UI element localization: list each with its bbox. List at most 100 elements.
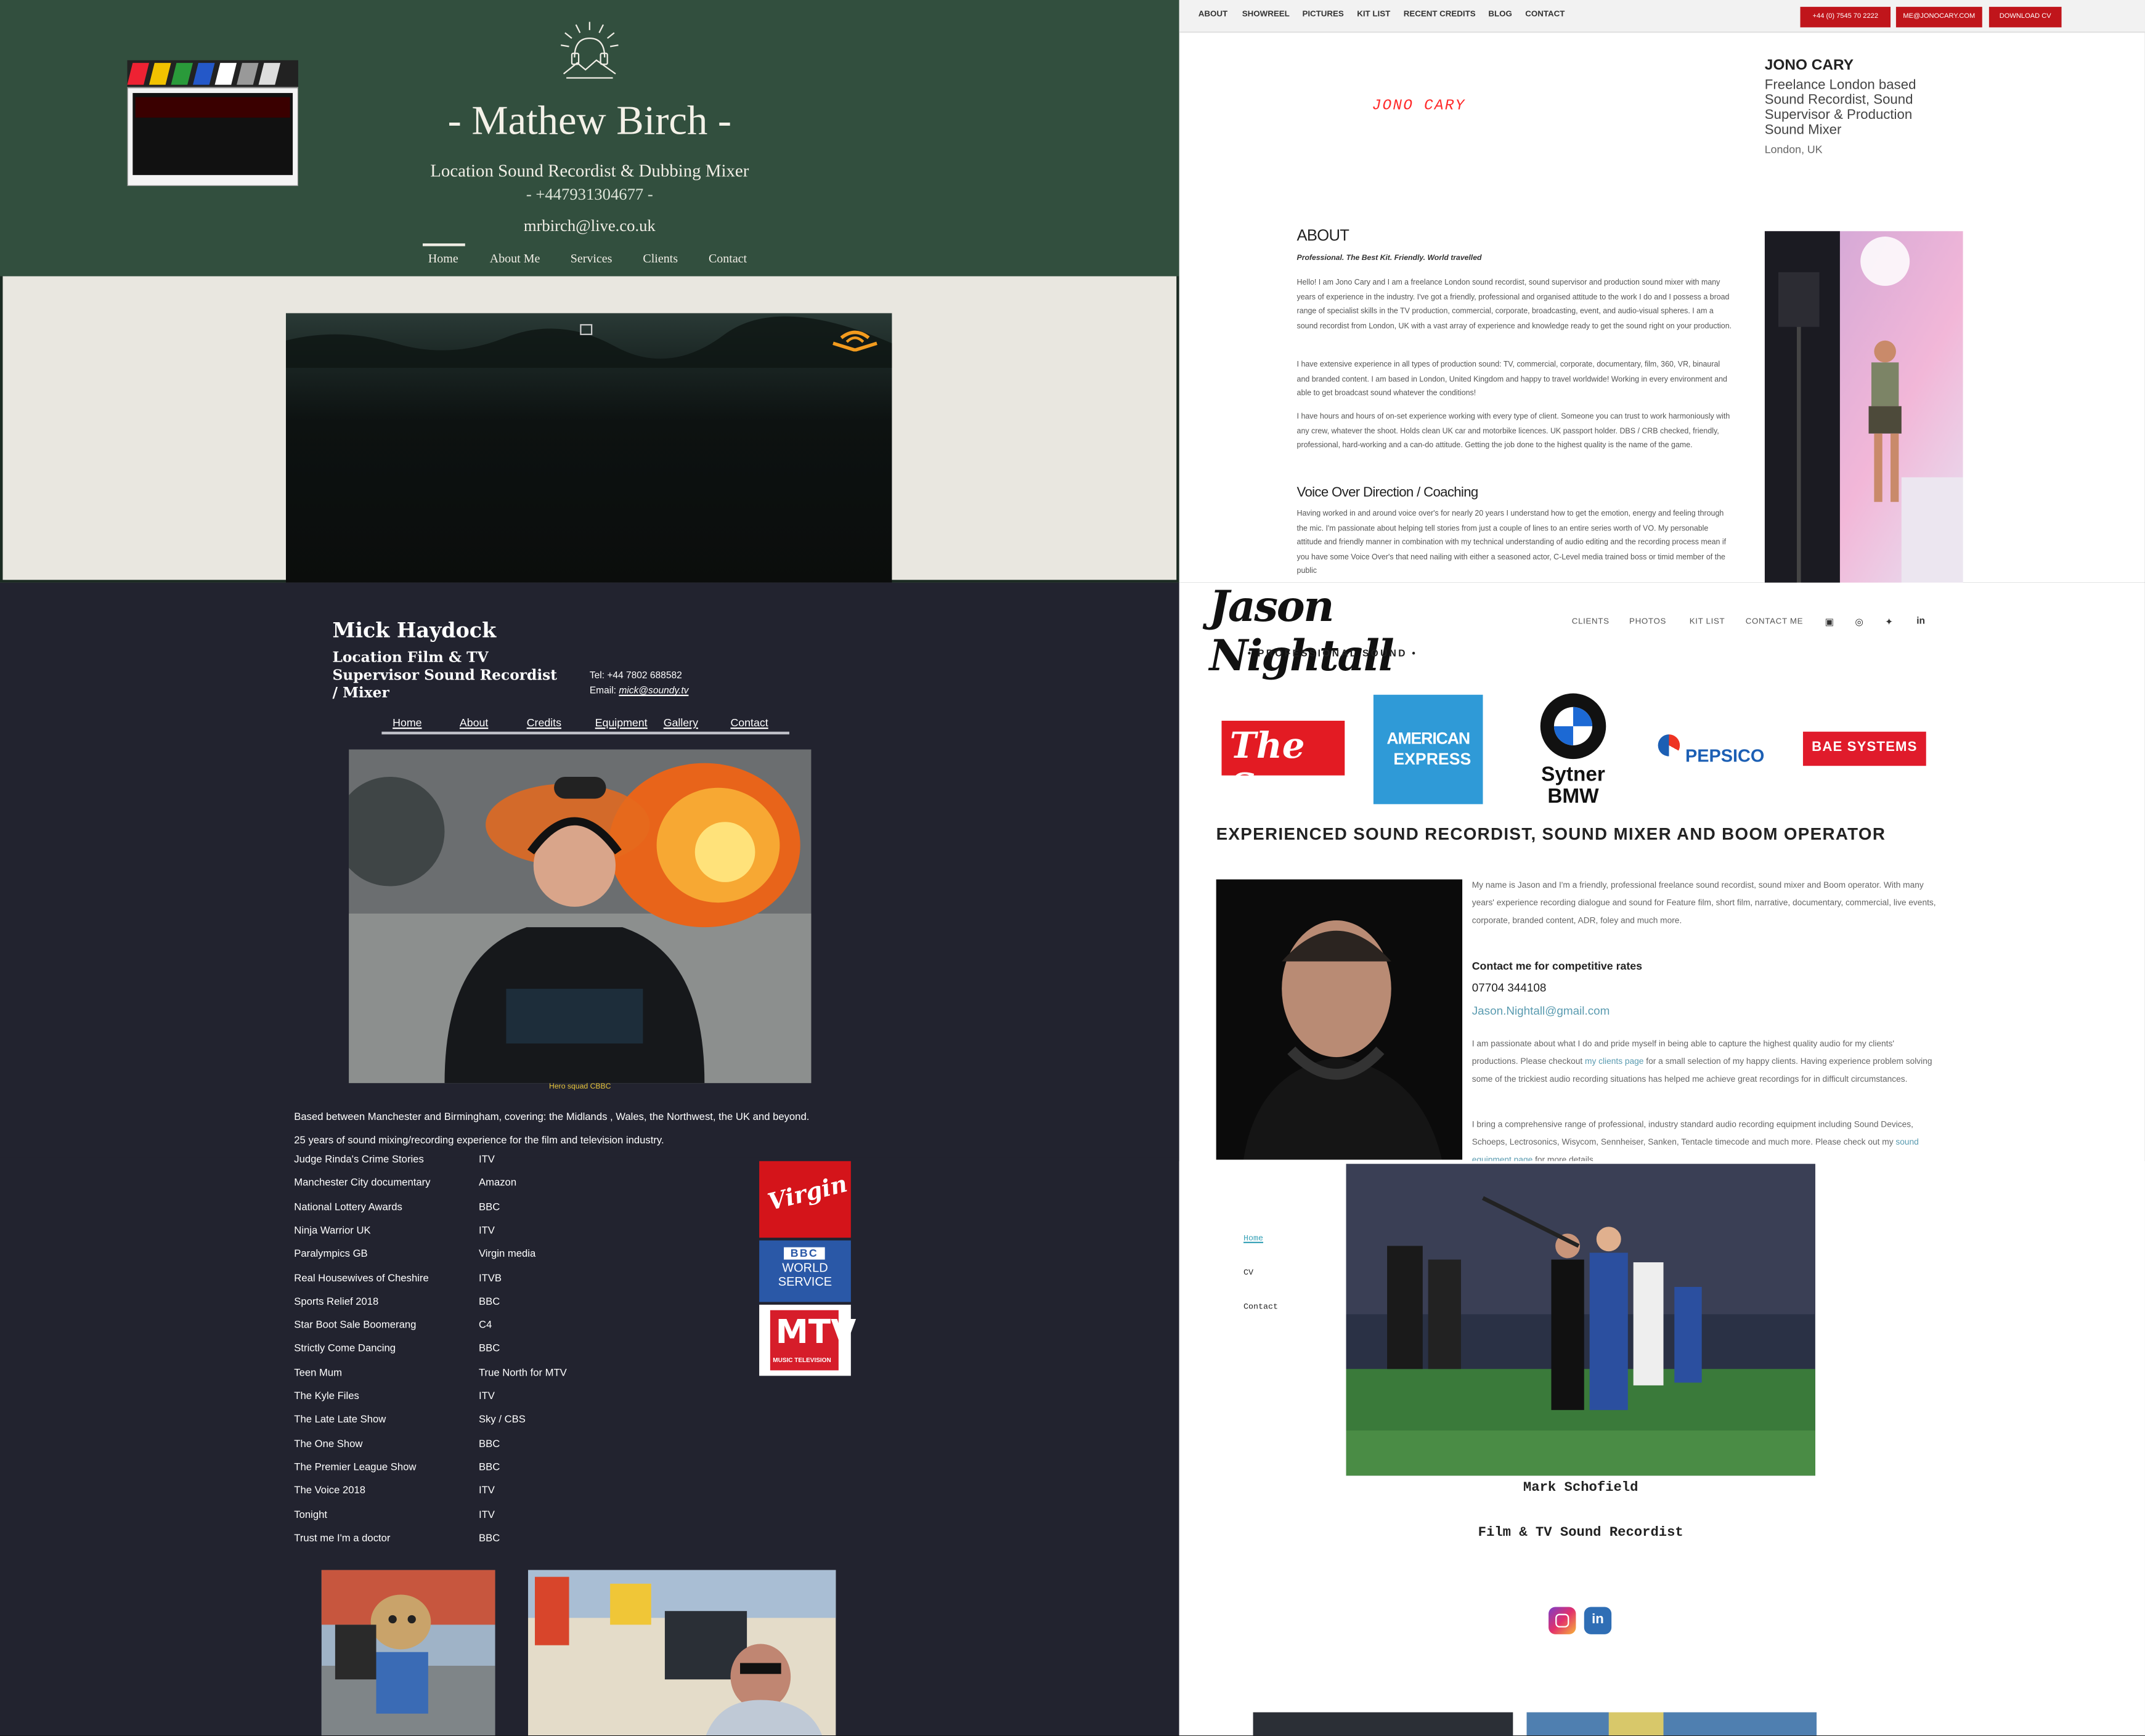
audible-icon[interactable] bbox=[831, 324, 880, 352]
american-express-logo: AMERICAN EXPRESS bbox=[1373, 694, 1483, 805]
gallery-strip bbox=[1253, 1712, 1817, 1736]
nav-about[interactable]: ABOUT bbox=[1199, 11, 1227, 19]
credit-title: The Voice 2018 bbox=[294, 1484, 366, 1497]
credit-network: ITVB bbox=[479, 1271, 502, 1284]
email-link[interactable]: Jason.Nightall@gmail.com bbox=[1472, 1004, 1610, 1017]
twitter-icon[interactable]: ✦ bbox=[1885, 617, 1893, 628]
virgin-logo: Virgin bbox=[759, 1161, 851, 1238]
linkedin-icon[interactable]: in bbox=[1916, 617, 1925, 627]
phone-number: - +447931304677 - bbox=[526, 184, 653, 204]
pepsico-globe-icon bbox=[1658, 734, 1680, 756]
credit-title: Judge Rinda's Crime Stories bbox=[294, 1153, 424, 1166]
site-role: Location Film & TV Supervisor Sound Reco… bbox=[332, 649, 558, 702]
hero-fire-photo bbox=[349, 749, 812, 1084]
copy-link-icon[interactable] bbox=[580, 324, 593, 335]
photo-caption: Hero squad CBBC bbox=[549, 1083, 611, 1092]
voice-over-heading: Voice Over Direction / Coaching bbox=[1296, 485, 1479, 501]
credit-network: True North for MTV bbox=[479, 1366, 567, 1379]
nav-about[interactable]: About bbox=[460, 716, 488, 729]
ms-name: Mark Schofield bbox=[1523, 1481, 1638, 1496]
credit-title: The Premier League Show bbox=[294, 1460, 417, 1473]
nav-contact[interactable]: CONTACT bbox=[1525, 11, 1565, 19]
nav-clients[interactable]: Clients bbox=[643, 251, 678, 265]
nav-home[interactable]: Home bbox=[393, 716, 421, 729]
main-heading: EXPERIENCED SOUND RECORDIST, SOUND MIXER… bbox=[1216, 824, 1886, 844]
nav-kit-list[interactable]: KIT LIST bbox=[1690, 618, 1725, 626]
intro-line-2: 25 years of sound mixing/recording exper… bbox=[294, 1134, 664, 1146]
phone-button[interactable]: +44 (0) 7545 70 2222 bbox=[1800, 7, 1891, 28]
credit-title: National Lottery Awards bbox=[294, 1200, 402, 1213]
email-link[interactable]: mick@soundy.tv bbox=[619, 686, 688, 696]
nav-services[interactable]: Services bbox=[571, 251, 613, 265]
credit-network: ITV bbox=[479, 1507, 495, 1520]
nav-contact-me[interactable]: CONTACT ME bbox=[1746, 618, 1804, 626]
phone-number: 07704 344108 bbox=[1471, 980, 1547, 994]
nav-equipment[interactable]: Equipment bbox=[595, 716, 648, 729]
nav-photos[interactable]: PHOTOS bbox=[1629, 618, 1666, 626]
credit-network: Virgin media bbox=[479, 1247, 536, 1260]
credit-title: The Late Late Show bbox=[294, 1413, 386, 1426]
bmw-roundel-icon bbox=[1540, 693, 1606, 760]
nav-contact[interactable]: Contact bbox=[730, 716, 768, 729]
nav-home[interactable]: Home bbox=[1243, 1233, 1263, 1243]
credit-network: BBC bbox=[479, 1437, 500, 1450]
contact-block: Tel: +44 7802 688582 Email: mick@soundy.… bbox=[590, 669, 689, 699]
water-surface bbox=[285, 316, 892, 368]
nav-cv[interactable]: CV bbox=[1243, 1268, 1253, 1278]
credit-network: Sky / CBS bbox=[479, 1413, 526, 1426]
clients-page-link[interactable]: my clients page bbox=[1585, 1057, 1643, 1067]
about-heading: ABOUT bbox=[1296, 228, 1349, 245]
about-paragraph-3: I have hours and hours of on-set experie… bbox=[1296, 413, 1730, 450]
headphones-logo-icon bbox=[561, 22, 619, 79]
credit-title: Manchester City documentary bbox=[294, 1176, 431, 1189]
download-cv-button[interactable]: DOWNLOAD CV bbox=[1988, 7, 2062, 28]
bbc-world-service-logo: BBC WORLD SERVICE bbox=[759, 1240, 851, 1302]
email-button[interactable]: ME@JONOCARY.COM bbox=[1895, 7, 1982, 28]
nav-recent-credits[interactable]: RECENT CREDITS bbox=[1404, 11, 1476, 19]
nav-gallery[interactable]: Gallery bbox=[664, 716, 698, 729]
linkedin-icon[interactable]: in bbox=[1584, 1607, 1612, 1634]
sytner-bmw-logo: Sytner BMW bbox=[1532, 692, 1614, 812]
nav-about-me[interactable]: About Me bbox=[490, 251, 540, 265]
nav-underline bbox=[381, 731, 789, 735]
clapper-line-2: Sound Recordist & Production Sound Mixer bbox=[1316, 157, 1439, 164]
nav-contact[interactable]: Contact bbox=[1243, 1302, 1278, 1312]
active-nav-indicator bbox=[422, 243, 465, 246]
site-title: Mick Haydock bbox=[332, 618, 497, 643]
email-address[interactable]: mrbirch@live.co.uk bbox=[0, 216, 1179, 237]
telephone: Tel: +44 7802 688582 bbox=[589, 671, 682, 681]
nav-showreel[interactable]: SHOWREEL bbox=[1242, 11, 1290, 19]
credit-title: The Kyle Files bbox=[294, 1389, 359, 1402]
nav-pictures[interactable]: PICTURES bbox=[1302, 11, 1343, 19]
credit-title: Paralympics GB bbox=[294, 1247, 368, 1260]
intro-line-1: Based between Manchester and Birmingham,… bbox=[294, 1110, 810, 1123]
credit-network: Amazon bbox=[479, 1176, 517, 1189]
jason-nightall-logo: Jason Nightall • PROFESSIONAL SOUND • bbox=[1209, 582, 1418, 681]
pepsico-logo: PEPSICO bbox=[1685, 745, 1765, 766]
nav-blog[interactable]: BLOG bbox=[1488, 11, 1512, 19]
nav-credits[interactable]: Credits bbox=[527, 716, 561, 729]
clapper-line-1: Location Sound Recordist bbox=[1314, 137, 1426, 147]
equipment-paragraph: I bring a comprehensive range of profess… bbox=[1472, 1116, 1937, 1161]
credit-title: Tonight bbox=[294, 1507, 327, 1520]
credit-title: Real Housewives of Cheshire bbox=[294, 1271, 429, 1284]
bae-systems-logo: BAE SYSTEMS bbox=[1802, 731, 1926, 766]
credit-network: BBC bbox=[479, 1460, 500, 1473]
divider bbox=[0, 1157, 1179, 1162]
mtv-logo: MTV MUSIC TELEVISION bbox=[759, 1304, 856, 1376]
about-paragraph-2: I have extensive experience in all types… bbox=[1296, 361, 1727, 399]
credit-title: Teen Mum bbox=[294, 1366, 343, 1379]
nav-clients[interactable]: CLIENTS bbox=[1572, 618, 1610, 626]
nav-home[interactable]: Home bbox=[428, 251, 458, 265]
facebook-icon[interactable]: ▣ bbox=[1825, 617, 1834, 628]
nav-kit-list[interactable]: KIT LIST bbox=[1357, 11, 1390, 19]
credit-network: ITV bbox=[479, 1484, 495, 1497]
instagram-icon[interactable] bbox=[1549, 1607, 1576, 1634]
instagram-icon[interactable]: ◎ bbox=[1855, 617, 1863, 628]
beach-set-photo bbox=[527, 1570, 836, 1736]
nav-contact[interactable]: Contact bbox=[709, 251, 747, 265]
top-nav: ABOUT SHOWREEL PICTURES KIT LIST RECENT … bbox=[1179, 0, 2145, 33]
video-player[interactable] bbox=[285, 313, 892, 583]
studio-portrait-photo bbox=[1764, 231, 1963, 584]
credit-title: Strictly Come Dancing bbox=[294, 1342, 396, 1355]
